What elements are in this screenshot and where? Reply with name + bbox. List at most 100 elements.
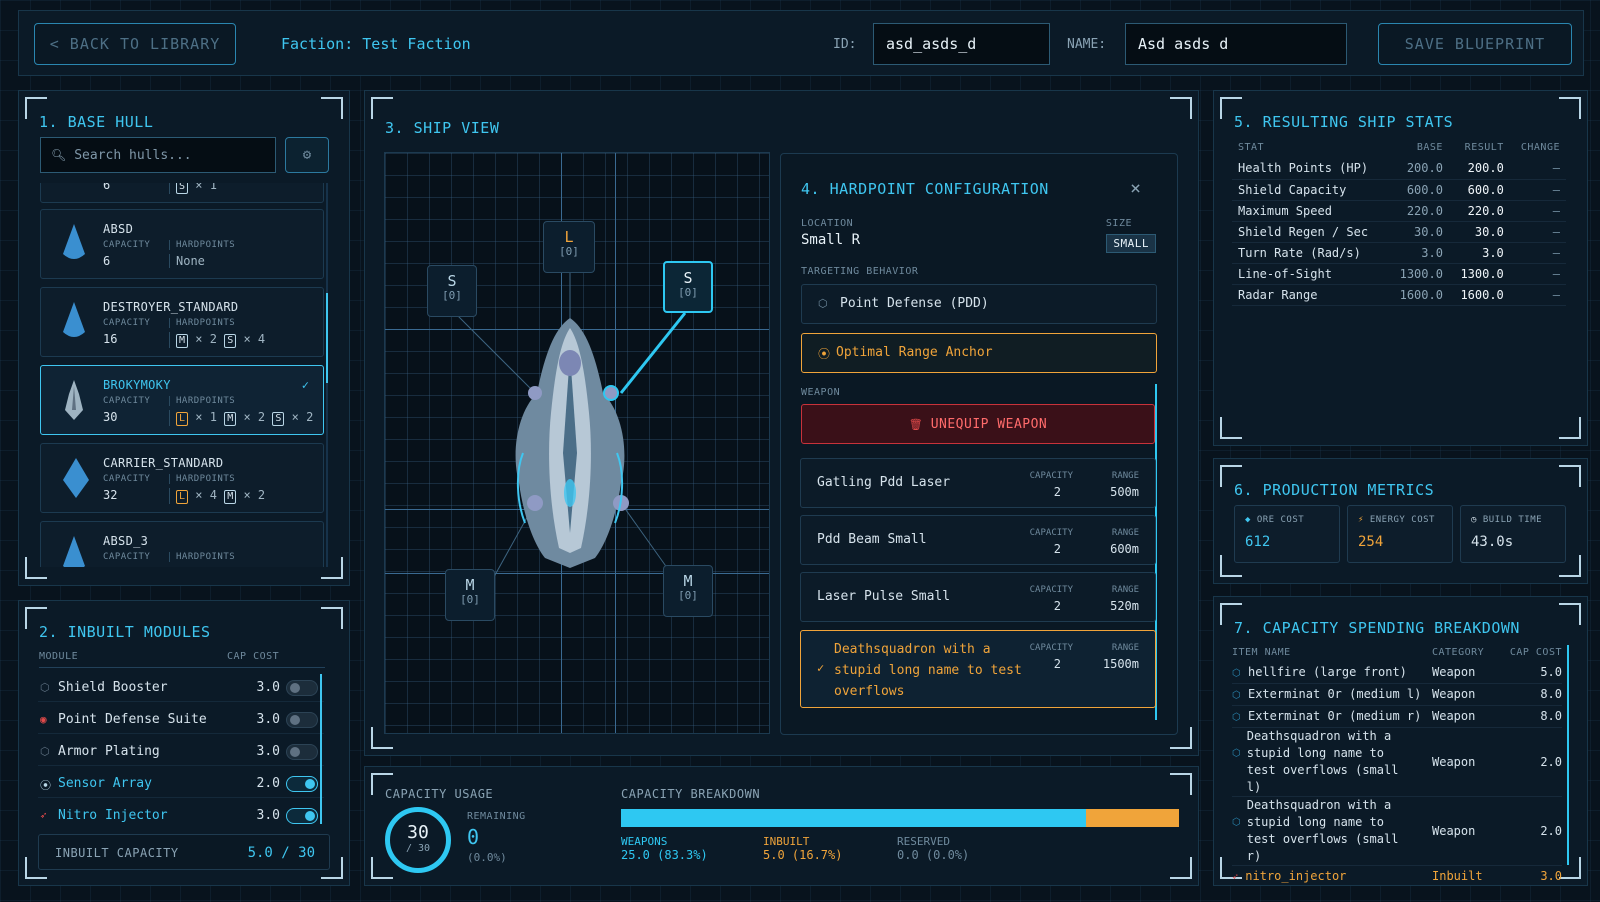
modules-scrollbar[interactable] [320, 674, 322, 824]
legend-reserved: RESERVED 0.0 (0.0%) [897, 835, 969, 862]
hardpoint-size-badge: S [272, 412, 285, 426]
hardpoint-count: × 4 [195, 488, 217, 502]
module-name: Sensor Array [58, 776, 152, 791]
legend-value: 5.0 (16.7%) [763, 848, 843, 862]
table-row: Maximum Speed 220.0 220.0— [1232, 200, 1566, 222]
hull-capacity-value: 16 [103, 332, 118, 346]
module-toggle[interactable] [286, 680, 318, 696]
hardpoint-slot-medium-right[interactable]: M [0] [663, 565, 713, 617]
hull-card-carrier-standard[interactable]: CARRIER_STANDARD CAPACITY 32 HARDPOINTS … [40, 443, 324, 513]
unequip-weapon-button[interactable]: 🗑︎ UNEQUIP WEAPON [801, 404, 1155, 444]
spending-header: CATEGORY [1432, 646, 1485, 658]
name-input[interactable]: Asd asds d [1125, 23, 1347, 65]
save-blueprint-button[interactable]: SAVE BLUEPRINT [1378, 23, 1572, 65]
module-toggle[interactable] [286, 712, 318, 728]
size-badge: SMALL [1106, 234, 1156, 253]
ship-stats-panel: 5. RESULTING SHIP STATS STAT BASE RESULT… [1213, 90, 1588, 446]
remaining-percent: (0.0%) [467, 851, 507, 864]
hardpoint-slot-medium-left[interactable]: M [0] [445, 569, 495, 621]
module-toggle[interactable] [286, 744, 318, 760]
slot-size: S [447, 272, 457, 290]
build-time-label: ◷ BUILD TIME [1471, 515, 1543, 525]
stat-change: — [1509, 200, 1566, 222]
stats-header: RESULT [1464, 142, 1504, 153]
slot-count: [0] [678, 286, 698, 299]
hardpoint-size-badge: M [224, 412, 237, 426]
targeting-option-pdd[interactable]: ⬡ Point Defense (PDD) [801, 284, 1157, 324]
ship-stats-title: 5. RESULTING SHIP STATS [1234, 113, 1454, 131]
back-to-library-button[interactable]: < BACK TO LIBRARY [34, 23, 236, 65]
inbuilt-capacity-value: 5.0 / 30 [247, 845, 315, 861]
hull-search-field[interactable]: 🔍︎ Search hulls... [40, 137, 276, 173]
stat-change: — [1509, 242, 1566, 264]
weapon-option-pdd-beam-small[interactable]: Pdd Beam Small CAPACITY 2 RANGE 600m [800, 515, 1156, 565]
close-icon[interactable]: × [1130, 178, 1141, 199]
hull-hardpoints-label: HARDPOINTS [169, 396, 235, 406]
stat-base: 200.0 [1388, 158, 1449, 180]
filter-settings-button[interactable]: ⚙ [285, 137, 329, 173]
hull-card-partial[interactable]: W 6 S × 1 [40, 183, 324, 203]
table-row: ⬡ hellfire (large front) Weapon 5.0 [1232, 661, 1562, 684]
module-toggle[interactable] [286, 776, 318, 792]
weapon-option-laser-pulse-small[interactable]: Laser Pulse Small CAPACITY 2 RANGE 520m [800, 572, 1156, 622]
hull-capacity-label: CAPACITY [103, 474, 151, 484]
weapon-name: Gatling Pdd Laser [817, 475, 951, 490]
legend-value: 0.0 (0.0%) [897, 848, 970, 862]
hull-card-destroyer-standard[interactable]: DESTROYER_STANDARD CAPACITY 16 HARDPOINT… [40, 287, 324, 357]
module-name: Armor Plating [58, 744, 160, 759]
weapon-option-gatling-pdd-laser[interactable]: Gatling Pdd Laser CAPACITY 2 RANGE 500m [800, 458, 1156, 508]
spending-item-cost: 2.0 [1504, 796, 1562, 866]
module-name: Point Defense Suite [58, 712, 207, 727]
legend-weapons: WEAPONS 25.0 (83.3%) [621, 835, 708, 862]
spending-header: CAP COST [1509, 646, 1562, 658]
target-icon: ◉ [40, 713, 47, 726]
spending-item-name: Exterminat 0r (medium l) [1247, 687, 1422, 701]
id-label: ID: [833, 37, 857, 52]
table-row: ⬡ Exterminat 0r (medium r) Weapon 8.0 [1232, 705, 1562, 728]
hull-ship-icon [63, 458, 89, 498]
stat-result: 1300.0 [1448, 263, 1510, 285]
module-cost: 3.0 [256, 680, 280, 695]
table-row: ⬡ Exterminat 0r (medium l) Weapon 8.0 [1232, 683, 1562, 706]
module-column-header: MODULE [39, 651, 79, 662]
gem-icon: ◆ [1245, 515, 1251, 525]
location-value: Small R [801, 232, 861, 248]
satellite-icon: ⦿ [40, 779, 51, 792]
hardpoint-slot-large[interactable]: L [0] [543, 221, 595, 273]
stats-header: BASE [1416, 142, 1443, 153]
hull-capacity-value: 30 [103, 410, 118, 424]
hull-capacity-label: CAPACITY [103, 396, 151, 406]
capacity-spending-table: ITEM NAME CATEGORY CAP COST ⬡ hellfire (… [1232, 643, 1562, 885]
hull-card-brokymoky[interactable]: BROKYMOKY ✓ CAPACITY 30 HARDPOINTS L × 1… [40, 365, 324, 435]
shield-icon: ⬡ [1232, 712, 1241, 723]
hull-hardpoints-label: HARDPOINTS [169, 552, 235, 562]
shield-icon: ⬡ [40, 745, 50, 758]
build-time-metric: ◷ BUILD TIME 43.0s [1460, 505, 1566, 563]
hull-hardpoints-value: L × 4 M × 2 [169, 488, 265, 504]
stat-name: Maximum Speed [1232, 200, 1389, 222]
check-icon: ✓ [817, 661, 825, 675]
targeting-option-optimal-range[interactable]: ⦿ Optimal Range Anchor [801, 333, 1157, 373]
hull-card-absd-3[interactable]: ABSD_3 CAPACITY HARDPOINTS [40, 521, 324, 567]
remaining-value: 0 [467, 825, 480, 849]
hull-search-input[interactable]: Search hulls... [74, 148, 191, 163]
id-input[interactable]: asd_asds_d [873, 23, 1050, 65]
hardpoint-slot-small-right[interactable]: S [0] [663, 261, 713, 313]
hull-list-scrollbar[interactable] [326, 183, 328, 567]
base-hull-panel: 1. BASE HULL 🔍︎ Search hulls... ⚙ W 6 S … [18, 90, 350, 586]
rocket-icon: ➶ [40, 809, 47, 822]
module-toggle[interactable] [286, 808, 318, 824]
hardpoint-slot-small-left[interactable]: S [0] [427, 265, 477, 317]
weapon-option-deathsquadron[interactable]: ✓ Deathsquadron with a stupid long name … [800, 630, 1156, 708]
hardpoint-config-title: 4. HARDPOINT CONFIGURATION [801, 180, 1049, 198]
stat-change: — [1509, 158, 1566, 180]
weapon-name: Deathsquadron with a stupid long name to… [834, 642, 1022, 699]
module-cost: 3.0 [256, 808, 280, 823]
weapon-range-label: RANGE [1111, 471, 1139, 481]
ship-canvas[interactable]: L [0] S [0] S [0] M [0] M [0] [384, 152, 770, 734]
spending-item-cost: 8.0 [1504, 705, 1562, 728]
hardpoint-size-badge: M [224, 490, 237, 504]
spending-item-name: nitro_injector [1245, 869, 1347, 883]
spending-scrollbar[interactable] [1567, 645, 1569, 865]
hull-card-absd[interactable]: ABSD CAPACITY 6 HARDPOINTS None [40, 209, 324, 279]
